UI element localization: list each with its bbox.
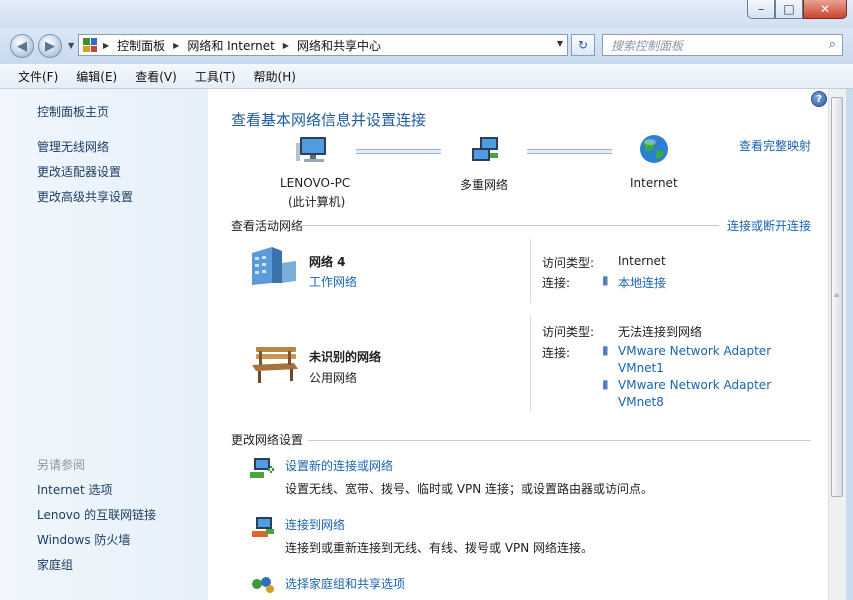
network-1-name: 网络 4 bbox=[309, 255, 346, 269]
breadcrumb-control-panel[interactable]: 控制面板 bbox=[117, 37, 165, 54]
connection-line bbox=[356, 149, 441, 154]
divider bbox=[308, 440, 811, 441]
address-dropdown-icon[interactable]: ▼ bbox=[557, 39, 563, 48]
search-placeholder: 搜索控制面板 bbox=[611, 38, 684, 53]
vmnet8-link[interactable]: VMware Network Adapter bbox=[618, 378, 771, 392]
see-also-heading: 另请参阅 bbox=[37, 458, 86, 472]
page-title: 查看基本网络信息并设置连接 bbox=[231, 111, 427, 129]
sidebar-lenovo-links[interactable]: Lenovo 的互联网链接 bbox=[37, 506, 156, 523]
menu-tools[interactable]: 工具(T) bbox=[185, 68, 244, 85]
menu-view[interactable]: 查看(V) bbox=[125, 68, 185, 85]
access-type-value: Internet bbox=[618, 254, 666, 268]
change-settings-heading: 更改网络设置 bbox=[231, 433, 304, 447]
vertical-scrollbar[interactable]: ≡ bbox=[828, 89, 847, 600]
internet-label: Internet bbox=[630, 176, 678, 190]
maximize-button[interactable]: □ bbox=[775, 0, 803, 19]
network-2-name: 未识别的网络 bbox=[309, 350, 382, 364]
search-input[interactable]: 搜索控制面板 ⌕ bbox=[602, 34, 843, 56]
window: – □ ✕ ◀ ▶ ▼ ▶ 控制面板 ▶ 网络和 Internet ▶ 网络和共… bbox=[0, 0, 853, 600]
network-1-type-link[interactable]: 工作网络 bbox=[309, 273, 357, 290]
multiple-networks-label: 多重网络 bbox=[460, 178, 509, 192]
breadcrumb-network-internet[interactable]: 网络和 Internet bbox=[187, 37, 274, 54]
vmnet1-link-cont[interactable]: VMnet1 bbox=[618, 361, 664, 375]
active-networks-heading: 查看活动网络 bbox=[231, 219, 304, 233]
multiple-networks-icon[interactable] bbox=[470, 135, 504, 165]
computer-name: LENOVO-PC bbox=[280, 176, 351, 190]
menu-file[interactable]: 文件(F) bbox=[0, 68, 66, 85]
divider bbox=[530, 239, 531, 303]
minimize-button[interactable]: – bbox=[747, 0, 775, 19]
help-icon[interactable]: ? bbox=[811, 91, 827, 107]
sidebar-change-adapter[interactable]: 更改适配器设置 bbox=[37, 163, 121, 180]
navigation-bar: ◀ ▶ ▼ ▶ 控制面板 ▶ 网络和 Internet ▶ 网络和共享中心 ▼ … bbox=[0, 28, 853, 62]
connections-label: 连接: bbox=[542, 346, 571, 360]
vmnet1-link[interactable]: VMware Network Adapter bbox=[618, 344, 771, 358]
breadcrumb-chevron-icon[interactable]: ▶ bbox=[173, 41, 179, 50]
back-button[interactable]: ◀ bbox=[10, 34, 34, 58]
breadcrumb-chevron-icon[interactable]: ▶ bbox=[103, 41, 109, 50]
menu-edit[interactable]: 编辑(E) bbox=[66, 68, 125, 85]
menu-bar: 文件(F) 编辑(E) 查看(V) 工具(T) 帮助(H) bbox=[0, 64, 853, 89]
computer-icon[interactable] bbox=[296, 135, 332, 165]
vmnet8-link-cont[interactable]: VMnet8 bbox=[618, 395, 664, 409]
breadcrumb-network-sharing-center[interactable]: 网络和共享中心 bbox=[297, 37, 381, 54]
homegroup-icon bbox=[252, 577, 274, 593]
access-type-label: 访问类型: bbox=[542, 325, 595, 339]
setup-new-connection-link[interactable]: 设置新的连接或网络 bbox=[285, 457, 393, 474]
sidebar-manage-wireless[interactable]: 管理无线网络 bbox=[37, 138, 109, 155]
window-frame bbox=[846, 89, 853, 600]
menu-help[interactable]: 帮助(H) bbox=[244, 68, 304, 85]
control-panel-icon bbox=[83, 38, 97, 52]
sidebar-internet-options[interactable]: Internet 选项 bbox=[37, 481, 112, 498]
task-pane: 控制面板主页 管理无线网络 更改适配器设置 更改高级共享设置 另请参阅 Inte… bbox=[0, 89, 208, 600]
sidebar-control-panel-home[interactable]: 控制面板主页 bbox=[37, 103, 109, 120]
network-adapter-icon: ▮ bbox=[602, 273, 609, 287]
close-button[interactable]: ✕ bbox=[803, 0, 847, 19]
access-type-label: 访问类型: bbox=[542, 256, 595, 270]
new-connection-icon bbox=[250, 458, 274, 478]
internet-globe-icon[interactable] bbox=[638, 133, 670, 165]
setup-new-connection-desc: 设置无线、宽带、拨号、临时或 VPN 连接；或设置路由器或访问点。 bbox=[285, 482, 654, 496]
see-full-map-link[interactable]: 查看完整映射 bbox=[739, 137, 811, 154]
title-bar: – □ ✕ bbox=[0, 0, 853, 28]
recent-pages-dropdown-icon[interactable]: ▼ bbox=[68, 41, 74, 50]
divider bbox=[530, 315, 531, 411]
computer-subtitle: (此计算机) bbox=[288, 195, 346, 209]
sidebar-windows-firewall[interactable]: Windows 防火墙 bbox=[37, 531, 130, 548]
connect-disconnect-link[interactable]: 连接或断开连接 bbox=[727, 217, 811, 234]
breadcrumb-chevron-icon[interactable]: ▶ bbox=[283, 41, 289, 50]
window-controls: – □ ✕ bbox=[747, 0, 847, 19]
search-icon[interactable]: ⌕ bbox=[829, 37, 836, 52]
access-type-value: 无法连接到网络 bbox=[618, 325, 703, 339]
network-adapter-icon: ▮ bbox=[602, 377, 609, 391]
work-network-icon[interactable] bbox=[248, 245, 298, 287]
connect-to-network-desc: 连接到或重新连接到无线、有线、拨号或 VPN 网络连接。 bbox=[285, 541, 594, 555]
connections-label: 连接: bbox=[542, 276, 571, 290]
forward-button[interactable]: ▶ bbox=[38, 34, 62, 58]
sidebar-homegroup[interactable]: 家庭组 bbox=[37, 556, 73, 573]
connect-to-network-link[interactable]: 连接到网络 bbox=[285, 516, 345, 533]
scrollbar-grip-icon: ≡ bbox=[834, 292, 840, 299]
sidebar-advanced-sharing[interactable]: 更改高级共享设置 bbox=[37, 188, 133, 205]
local-connection-link[interactable]: 本地连接 bbox=[618, 274, 666, 291]
public-network-bench-icon[interactable] bbox=[250, 345, 300, 385]
connect-network-icon bbox=[252, 517, 274, 537]
network-adapter-icon: ▮ bbox=[602, 343, 609, 357]
network-2-type: 公用网络 bbox=[309, 371, 358, 385]
address-bar[interactable]: ▶ 控制面板 ▶ 网络和 Internet ▶ 网络和共享中心 ▼ bbox=[78, 34, 568, 56]
connection-line bbox=[527, 149, 612, 154]
main-content: 查看基本网络信息并设置连接 查看完整映射 LENOVO-PC (此计算机) 多重… bbox=[208, 89, 828, 600]
divider bbox=[299, 225, 719, 226]
homegroup-sharing-link[interactable]: 选择家庭组和共享选项 bbox=[285, 575, 405, 592]
refresh-button[interactable]: ↻ bbox=[571, 34, 595, 56]
